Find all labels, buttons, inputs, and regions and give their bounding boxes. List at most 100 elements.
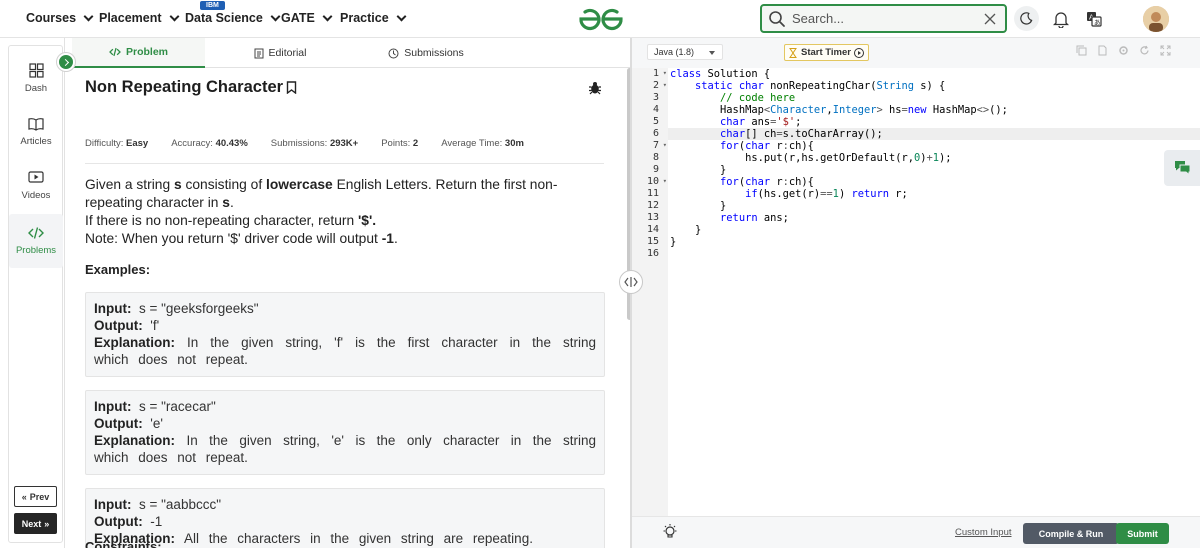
tab-editorial[interactable]: Editorial [235,38,325,68]
theme-toggle-button[interactable] [1014,6,1039,31]
lightbulb-icon[interactable] [663,524,677,540]
resize-handle-icon[interactable] [619,270,643,294]
fold-arrow-icon[interactable]: ▾ [663,69,667,77]
code-line: char[] ch=s.toCharArray(); [720,128,883,140]
code-line: static char nonRepeatingChar(String s) { [695,80,946,92]
fold-arrow-icon[interactable]: ▾ [663,81,667,89]
chevron-down-icon [322,11,333,21]
code-line: // code here [720,92,796,104]
nav-courses[interactable]: Courses [26,11,94,25]
problem-description: Given a string s consisting of lowercase… [85,176,595,248]
chevron-down-icon [396,11,407,21]
top-navbar: Courses Placement IBM Data Science GATE … [0,0,1200,38]
submit-button[interactable]: Submit [1116,523,1169,544]
notifications-button[interactable] [1049,7,1073,31]
chevron-down-icon [270,11,281,21]
nav-gate[interactable]: GATE [281,11,333,25]
desc-paragraph: If there is no non-repeating character, … [85,213,377,228]
sidebar-item-dash[interactable]: Dash [9,51,63,105]
example-box: Input: s = "racecar" Output: 'e' Explana… [85,390,605,475]
chat-button[interactable] [1164,150,1200,186]
reset-icon[interactable] [1139,45,1151,57]
line-number: 15 [646,236,659,247]
sidebar-item-problems[interactable]: Problems [9,214,63,268]
chat-icon [1174,161,1190,176]
meta-difficulty: Difficulty: Easy [85,138,149,149]
sidebar-item-articles[interactable]: Articles [9,105,63,159]
fullscreen-icon[interactable] [1160,45,1172,57]
nav-data-science[interactable]: Data Science [185,11,281,25]
line-number: 11 [646,188,659,199]
svg-text:あ: あ [1094,19,1101,27]
code-icon [28,227,44,239]
double-chevron-right-icon: » [44,518,50,529]
bug-report-icon[interactable] [588,81,602,95]
translate-button[interactable]: Aあ [1082,7,1106,31]
meta-average-time: Average Time: 30m [441,138,524,149]
next-button[interactable]: Next» [14,513,57,534]
line-number: 9 [652,164,659,175]
tab-submissions[interactable]: Submissions [371,38,481,68]
meta-submissions: Submissions: 293K+ [270,138,359,149]
line-number: 1 [652,68,659,79]
fold-arrow-icon[interactable]: ▾ [663,141,667,149]
problem-meta: Difficulty: Easy Accuracy: 40.43% Submis… [85,138,547,149]
sidebar-item-videos[interactable]: Videos [9,159,63,213]
compile-run-button[interactable]: Compile & Run [1023,523,1119,544]
problem-content: Non Repeating Character Difficulty: Easy… [85,68,606,548]
problem-title-row: Non Repeating Character [85,78,297,97]
tab-problem[interactable]: Problem [72,38,205,68]
custom-input-link[interactable]: Custom Input [955,527,1012,538]
code-icon [109,47,121,57]
double-chevron-left-icon: « [21,491,27,502]
fold-arrow-icon[interactable]: ▾ [663,177,667,185]
search-box[interactable] [760,4,1007,33]
play-icon [853,47,864,58]
problem-title: Non Repeating Character [85,78,284,96]
constraints-heading: Constraints: [85,539,162,548]
collapse-sidebar-button[interactable] [57,53,75,71]
copy-icon[interactable] [1076,45,1088,57]
bookmark-icon[interactable] [286,81,297,94]
search-icon [769,10,785,27]
code-line: } [670,164,727,176]
moon-icon [1020,12,1033,25]
gfg-logo[interactable] [577,6,625,32]
nav-placement[interactable]: Placement [99,11,179,25]
editor-actions [1076,45,1172,57]
example-box: Input: s = "geeksforgeeks" Output: 'f' E… [85,292,605,377]
nav-practice[interactable]: Practice [340,11,407,25]
line-number: 8 [652,152,659,163]
settings-icon[interactable] [1118,45,1130,57]
ibm-badge: IBM [200,1,225,10]
code-editor-panel: Java (1.8) Start Timer 1 ▾ 2 ▾ 3 4 5 6 7 ▾ 8 9 10 ▾ 11… [632,38,1200,548]
start-timer-button[interactable]: Start Timer [784,44,869,61]
hourglass-icon [789,48,797,58]
problem-panel: Problem Editorial Submissions Non Repeat… [64,38,632,548]
line-number: 13 [646,212,659,223]
line-number: 14 [646,224,659,235]
code-line: HashMap<Character,Integer> hs=new HashMa… [670,104,1008,116]
desc-paragraph: Given a string s consisting of lowercase… [85,177,558,210]
meta-points: Points: 2 [381,138,419,149]
code-line: for(char r:ch){ [720,176,814,188]
code-line: for(char r:ch){ [720,140,814,152]
chevron-down-icon [169,11,179,21]
editor-footer: Custom Input Compile & Run Submit [632,516,1200,548]
search-input[interactable] [792,11,972,26]
avatar-image [1143,6,1169,32]
user-avatar[interactable] [1143,6,1169,32]
language-select[interactable]: Java (1.8) [647,44,723,60]
code-line: } [670,236,677,248]
clear-icon[interactable] [984,13,996,25]
dropdown-arrow-icon [709,51,715,55]
line-number: 2 [652,80,659,91]
line-number: 16 [646,248,659,259]
code-line: return ans; [720,212,789,224]
prev-button[interactable]: «Prev [14,486,57,507]
desc-paragraph: Note: When you return '$' driver code wi… [85,231,398,246]
code-editor[interactable]: 1 ▾ 2 ▾ 3 4 5 6 7 ▾ 8 9 10 ▾ 11 12 13 14 15 16 class Soluti… [632,68,1200,516]
translate-icon: Aあ [1087,12,1102,27]
file-icon[interactable] [1097,45,1109,57]
line-number: 6 [652,128,659,139]
